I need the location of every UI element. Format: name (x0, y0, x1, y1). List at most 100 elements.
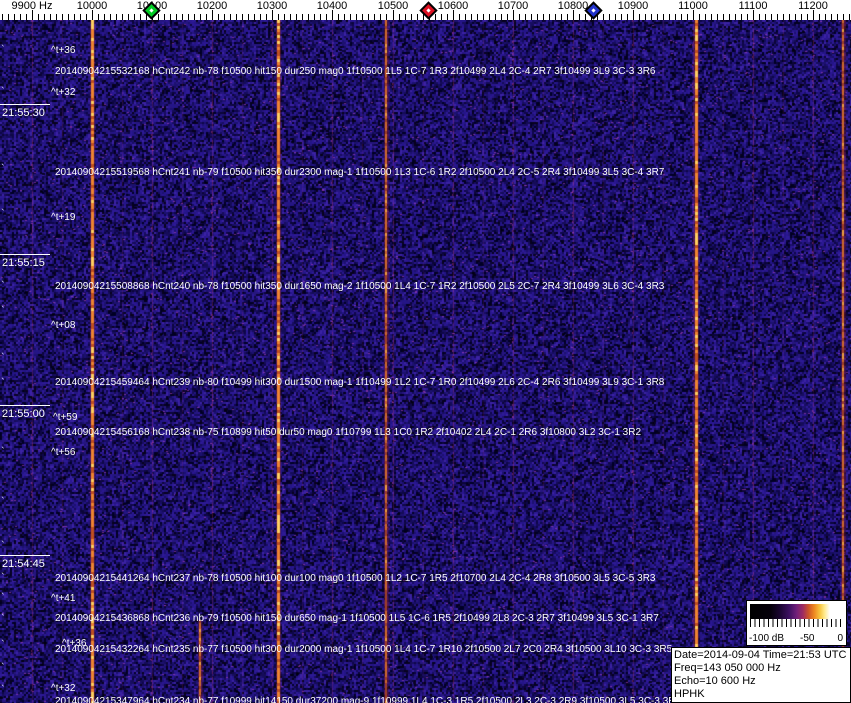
ruler-tick (639, 14, 640, 20)
ruler-tick (338, 14, 339, 20)
ruler-tick (843, 14, 844, 20)
ruler-tick (254, 14, 255, 20)
ruler-tick (687, 14, 688, 20)
ruler-tick (447, 14, 448, 20)
ruler-tick (561, 14, 562, 20)
ruler-frequency-label: 11000 (678, 0, 708, 12)
ruler-tick (717, 14, 718, 20)
ruler-tick (260, 14, 261, 20)
ruler-tick (801, 14, 802, 20)
ruler-tick (657, 14, 658, 20)
ruler-tick (44, 14, 45, 20)
scale-min-label: -100 dB (749, 633, 785, 644)
ruler-tick (819, 14, 820, 20)
ruler-tick (386, 14, 387, 20)
ruler-tick (459, 14, 460, 20)
ruler-frequency-label: 10900 (617, 0, 649, 12)
ruler-tick (783, 14, 784, 20)
intensity-gradient-bar (750, 604, 843, 619)
ruler-tick (579, 14, 580, 20)
ruler-tick (399, 14, 400, 20)
ruler-tick (765, 14, 766, 20)
ruler-tick (525, 14, 526, 20)
ruler-tick (555, 14, 556, 20)
ruler-tick (609, 14, 610, 20)
ruler-tick (759, 14, 760, 20)
ruler-tick (531, 14, 532, 20)
scale-max-label: 0 (837, 633, 843, 644)
ruler-tick (200, 14, 201, 20)
ruler-tick (699, 14, 700, 20)
ruler-tick (669, 14, 670, 20)
ruler-tick (615, 14, 616, 20)
ruler-tick (314, 14, 315, 20)
ruler-tick (302, 14, 303, 20)
ruler-frequency-label: 10200 (196, 0, 228, 12)
ruler-tick (356, 14, 357, 20)
ruler-frequency-label: 11100 (738, 0, 768, 12)
ruler-tick (170, 14, 171, 20)
ruler-tick (651, 14, 652, 20)
ruler-tick (441, 14, 442, 20)
ruler-tick (681, 14, 682, 20)
ruler-tick (585, 14, 586, 20)
ruler-tick (374, 14, 375, 20)
ruler-tick (176, 14, 177, 20)
ruler-tick (206, 14, 207, 20)
scale-mid-label: -50 (800, 633, 815, 644)
ruler-tick (417, 14, 418, 20)
ruler-tick (723, 14, 724, 20)
ruler-tick (218, 14, 219, 20)
ruler-tick (729, 14, 730, 20)
ruler-frequency-label: 10700 (497, 0, 529, 12)
ruler-tick (62, 14, 63, 20)
ruler-tick (483, 14, 484, 20)
ruler-tick (789, 14, 790, 20)
ruler-tick (86, 14, 87, 20)
ruler-tick (224, 14, 225, 20)
ruler-tick (537, 14, 538, 20)
ruler-frequency-label: 9900 Hz (11, 0, 53, 12)
ruler-tick (627, 14, 628, 20)
ruler-tick (411, 14, 412, 20)
ruler-tick (266, 14, 267, 20)
ruler-tick (104, 14, 105, 20)
spectrogram-canvas[interactable] (0, 20, 851, 703)
frequency-line: Freq=143 050 000 Hz (674, 662, 781, 674)
ruler-tick (296, 14, 297, 20)
ruler-tick (368, 14, 369, 20)
ruler-tick (320, 14, 321, 20)
ruler-tick (477, 14, 478, 20)
ruler-frequency-label: 10600 (437, 0, 469, 12)
ruler-tick (795, 14, 796, 20)
ruler-tick (849, 14, 850, 20)
scale-ticks (750, 619, 843, 627)
ruler-tick (128, 14, 129, 20)
ruler-tick (380, 14, 381, 20)
ruler-tick (567, 14, 568, 20)
ruler-tick (435, 14, 436, 20)
ruler-tick (735, 14, 736, 20)
ruler-tick (711, 14, 712, 20)
ruler-tick (543, 14, 544, 20)
ruler-tick (278, 14, 279, 20)
ruler-tick (140, 14, 141, 20)
ruler-tick (182, 14, 183, 20)
ruler-tick (519, 14, 520, 20)
ruler-tick (80, 14, 81, 20)
ruler-tick (501, 14, 502, 20)
ruler-tick (645, 14, 646, 20)
ruler-tick (405, 14, 406, 20)
ruler-tick (465, 14, 466, 20)
ruler-tick (507, 14, 508, 20)
ruler-tick (110, 14, 111, 20)
ruler-tick (20, 14, 21, 20)
ruler-tick (350, 14, 351, 20)
ruler-tick (471, 14, 472, 20)
ruler-tick (50, 14, 51, 20)
date-time-line: Date=2014-09-04 Time=21:53 UTC (674, 649, 847, 661)
ruler-tick (158, 14, 159, 20)
ruler-tick (290, 14, 291, 20)
ruler-tick (134, 14, 135, 20)
ruler-tick (26, 14, 27, 20)
